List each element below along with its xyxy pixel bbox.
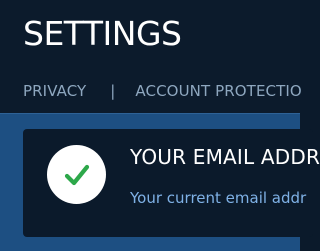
nav-separator: | xyxy=(110,82,116,100)
tab-privacy[interactable]: PRIVACY xyxy=(23,82,86,100)
tab-account-protection[interactable]: ACCOUNT PROTECTIO xyxy=(135,82,301,100)
content-area: YOUR EMAIL ADDR Your current email addr xyxy=(0,113,320,251)
settings-nav: PRIVACY | ACCOUNT PROTECTIO xyxy=(23,80,302,102)
email-card: YOUR EMAIL ADDR Your current email addr xyxy=(23,129,320,237)
check-icon xyxy=(64,164,89,185)
page-header: SETTINGS PRIVACY | ACCOUNT PROTECTIO xyxy=(0,0,302,113)
check-badge xyxy=(47,145,106,204)
email-card-description: Your current email addr xyxy=(130,189,307,207)
email-card-title: YOUR EMAIL ADDR xyxy=(130,145,320,169)
page-title: SETTINGS xyxy=(23,14,182,53)
